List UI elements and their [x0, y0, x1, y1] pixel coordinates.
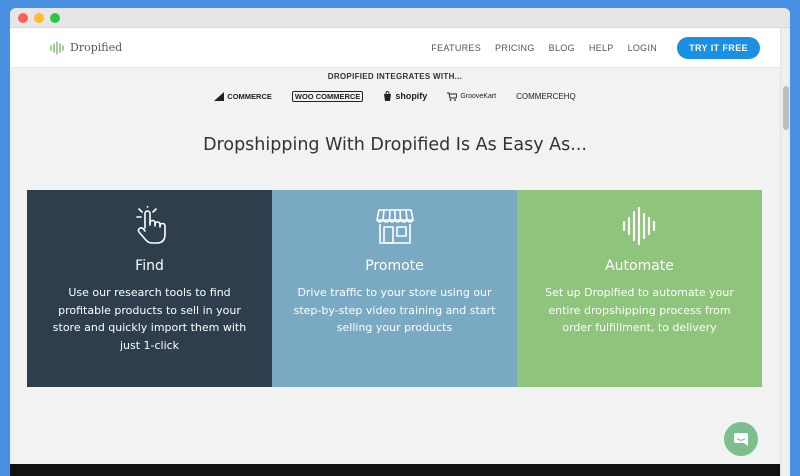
card-description: Set up Dropified to automate your entire… — [545, 286, 734, 334]
card-title: Automate — [605, 258, 674, 274]
bigcommerce-icon — [214, 91, 225, 101]
feature-cards: Find Use our research tools to find prof… — [27, 190, 762, 387]
partner-label: WOO COMMERCE — [291, 90, 364, 102]
logo-waveform-icon — [50, 40, 64, 55]
page-headline: Dropshipping With Dropified Is As Easy A… — [203, 135, 587, 155]
card-title: Find — [135, 258, 164, 274]
integrations-title: DROPIFIED INTEGRATES WITH... — [327, 72, 463, 81]
nav-link-features[interactable]: FEATURES — [431, 43, 481, 53]
partner-bigcommerce: COMMERCE — [214, 91, 272, 101]
feature-card-find: Find Use our research tools to find prof… — [27, 190, 272, 387]
partner-label: shopify — [395, 91, 428, 101]
nav-links: FEATURES PRICING BLOG HELP LOGIN TRY IT … — [431, 36, 760, 59]
card-description: Use our research tools to find profitabl… — [52, 286, 247, 352]
page-viewport: Dropified FEATURES PRICING BLOG HELP LOG… — [10, 28, 780, 476]
nav-link-pricing[interactable]: PRICING — [495, 43, 535, 53]
partner-shopify: shopify — [383, 91, 427, 101]
feature-card-automate: Automate Set up Dropified to automate yo… — [517, 190, 762, 387]
card-description: Drive traffic to your store using our st… — [293, 286, 496, 334]
partner-logos: COMMERCE WOO COMMERCE shopify GrooveKart… — [10, 89, 780, 103]
scrollbar-thumb[interactable] — [783, 86, 789, 130]
nav-link-login[interactable]: LOGIN — [628, 43, 658, 53]
chat-bubble-icon — [734, 432, 748, 446]
storefront-icon — [375, 209, 414, 244]
maximize-window-button[interactable] — [50, 12, 60, 23]
browser-window: Dropified FEATURES PRICING BLOG HELP LOG… — [10, 8, 790, 476]
close-window-button[interactable] — [18, 12, 28, 23]
feature-card-promote: Promote Drive traffic to your store usin… — [272, 190, 517, 387]
vertical-scrollbar[interactable] — [780, 28, 790, 476]
logo-text: Dropified — [70, 41, 123, 54]
nav-link-blog[interactable]: BLOG — [549, 43, 575, 53]
nav-link-help[interactable]: HELP — [589, 43, 614, 53]
partner-label: COMMERCEHQ — [516, 91, 576, 101]
partner-woocommerce: WOO COMMERCE — [291, 90, 364, 102]
shopify-bag-icon — [384, 91, 392, 101]
partner-label: COMMERCE — [227, 91, 272, 101]
waveform-icon — [622, 206, 655, 246]
top-navbar: Dropified FEATURES PRICING BLOG HELP LOG… — [10, 28, 780, 68]
minimize-window-button[interactable] — [34, 12, 44, 23]
chat-launcher-button[interactable] — [724, 422, 758, 456]
footer-bar — [10, 464, 780, 476]
hand-pointer-icon — [135, 206, 166, 244]
titlebar — [10, 8, 790, 28]
logo[interactable]: Dropified — [50, 40, 123, 55]
cart-icon — [447, 92, 458, 101]
partner-commercehq: COMMERCEHQ — [516, 92, 576, 101]
partner-label: GrooveKart — [460, 92, 497, 100]
card-title: Promote — [365, 258, 424, 274]
try-it-free-button[interactable]: TRY IT FREE — [677, 36, 760, 59]
partner-groovekart: GrooveKart — [447, 92, 496, 101]
